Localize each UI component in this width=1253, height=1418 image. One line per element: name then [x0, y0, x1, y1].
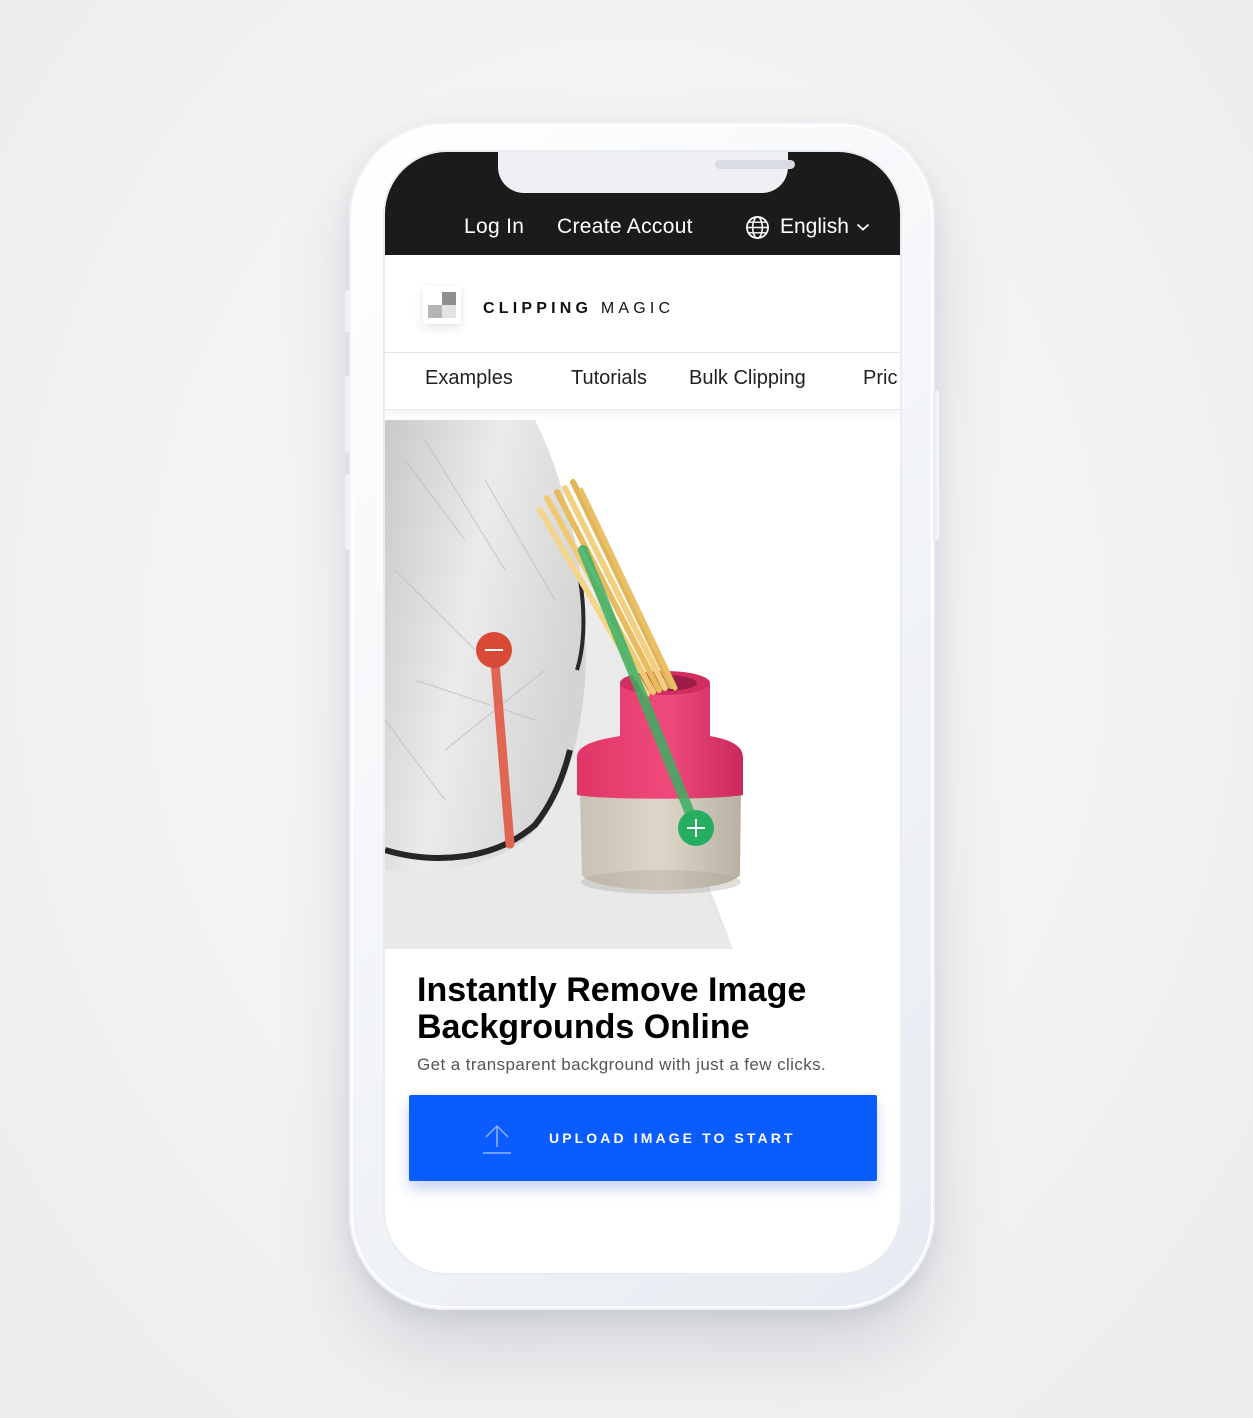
nav-item-tutorials[interactable]: Tutorials [571, 367, 647, 390]
logo-graphic [428, 292, 456, 318]
phone-notch [498, 152, 795, 193]
phone-silent-switch [344, 290, 350, 332]
plus-icon [678, 810, 714, 846]
chevron-down-icon [856, 223, 869, 231]
globe-icon [746, 215, 769, 239]
upload-image-button[interactable]: UPLOAD IMAGE TO START [409, 1095, 877, 1181]
nav-item-pricing[interactable]: Pric [863, 367, 897, 390]
nav-item-examples[interactable]: Examples [425, 367, 513, 390]
main-nav: Examples Tutorials Bulk Clipping Pric [385, 353, 900, 410]
phone-volume-up-button [344, 376, 350, 452]
top-bar: Log In Create Accout English [385, 152, 900, 255]
hero-illustration [385, 420, 743, 949]
page-title-line-1: Instantly Remove Image [417, 971, 807, 1009]
phone-speaker [715, 160, 795, 169]
upload-arrow-icon [483, 1124, 511, 1154]
language-selector[interactable]: English [745, 212, 870, 242]
upload-button-label: UPLOAD IMAGE TO START [549, 1130, 796, 1146]
phone-power-button [933, 390, 939, 540]
page-subtitle: Get a transparent background with just a… [417, 1055, 827, 1074]
page-title: Instantly Remove Image Backgrounds Onlin… [417, 972, 877, 1046]
brand-name-light: MAGIC [600, 300, 675, 317]
stage: Log In Create Accout English CLIPPING MA… [0, 0, 1253, 1418]
phone-volume-down-button [344, 474, 350, 550]
brand-name[interactable]: CLIPPING MAGIC [483, 300, 674, 318]
login-link[interactable]: Log In [464, 212, 524, 242]
hero-image [385, 420, 900, 949]
brand-bar: CLIPPING MAGIC [385, 255, 900, 353]
brand-name-bold: CLIPPING [483, 300, 593, 317]
language-label: English [780, 215, 849, 238]
create-account-link[interactable]: Create Accout [557, 212, 693, 242]
page-title-line-2: Backgrounds Online [417, 1008, 750, 1046]
phone-screen: Log In Create Accout English CLIPPING MA… [385, 152, 900, 1273]
checkerboard-logo-icon[interactable] [423, 286, 461, 324]
nav-item-bulk-clipping[interactable]: Bulk Clipping [689, 367, 806, 390]
minus-icon [476, 632, 512, 668]
